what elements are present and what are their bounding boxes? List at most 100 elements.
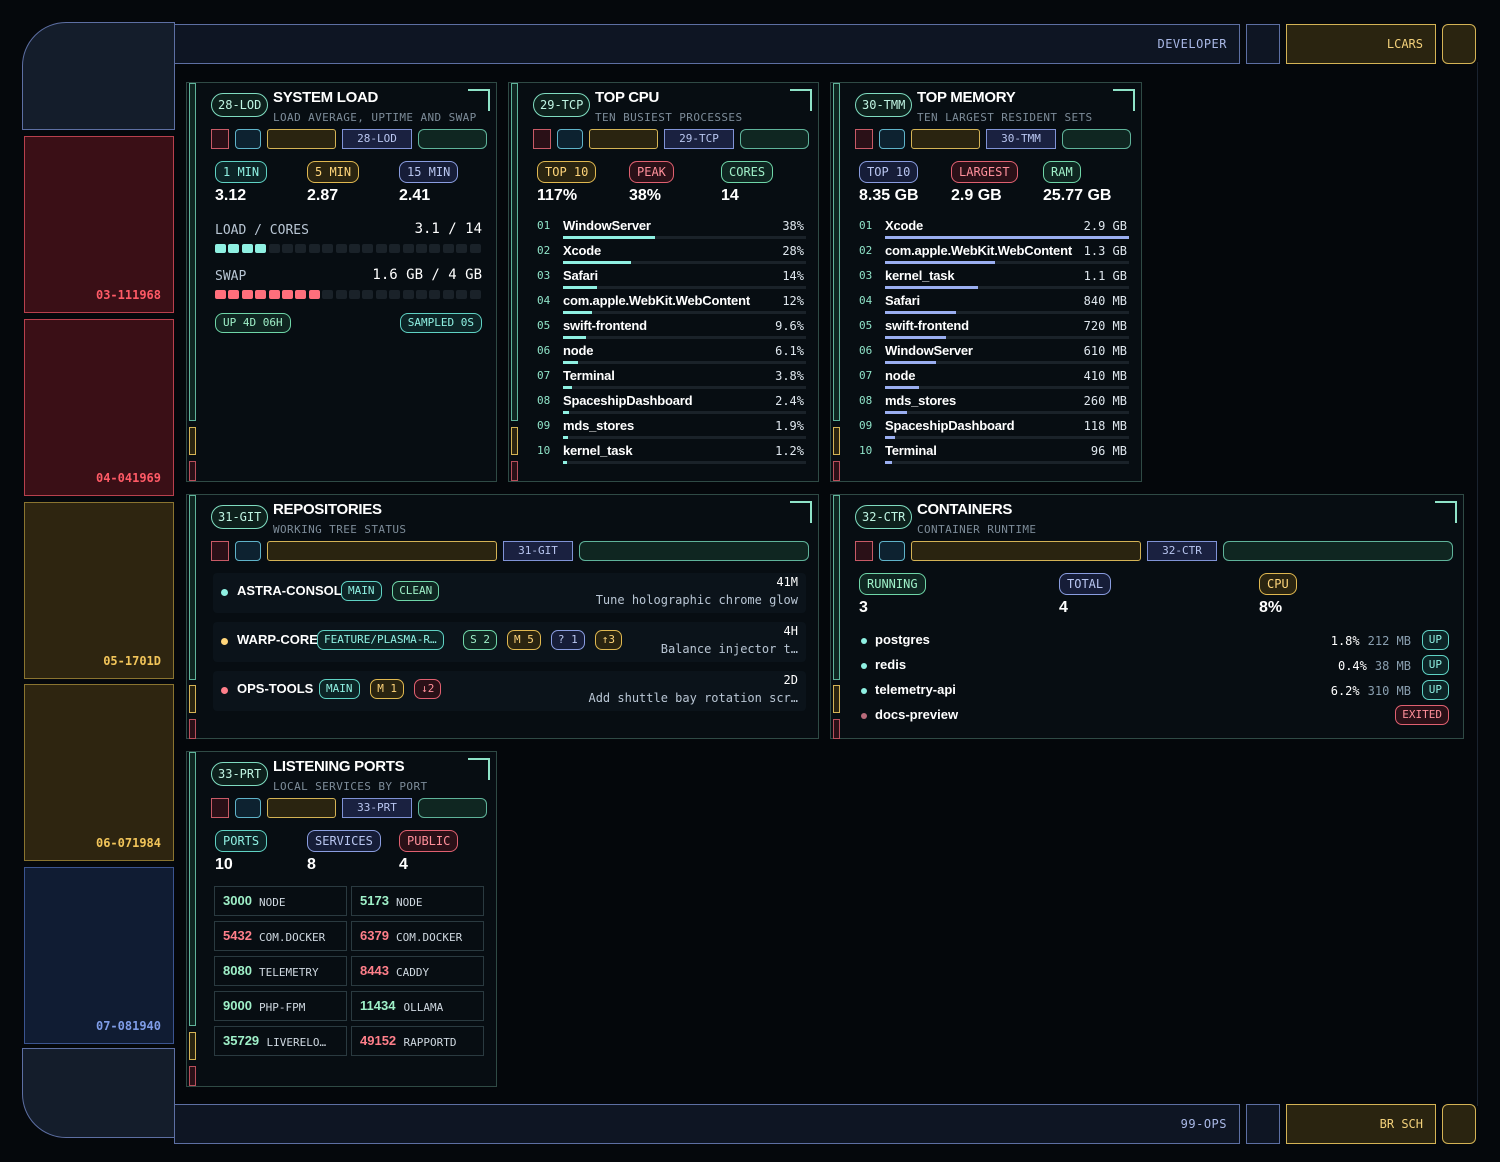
port-cell[interactable]: 5432 COM.DOCKER: [214, 921, 347, 951]
process-row[interactable]: 03 Safari 14%: [533, 267, 806, 292]
usage-bar: [563, 286, 598, 289]
meter-segment: [215, 290, 226, 299]
repository-row[interactable]: ASTRA-CONSOLE MAIN CLEAN 41M Tune holographi…: [213, 573, 806, 613]
port-cell[interactable]: 8443 CADDY: [351, 956, 484, 986]
process-row[interactable]: 06 node 6.1%: [533, 342, 806, 367]
sidebar-segment-03-111968[interactable]: 03-111968: [24, 136, 174, 313]
lcars-button[interactable]: LCARS: [1286, 24, 1436, 64]
chip-code[interactable]: 28-LOD: [342, 129, 412, 149]
chip-yellow[interactable]: [911, 129, 980, 149]
chip-green[interactable]: [418, 798, 487, 818]
port-cell[interactable]: 3000 NODE: [214, 886, 347, 916]
process-row[interactable]: 09 SpaceshipDashboard 118 MB: [855, 417, 1129, 442]
process-name: Safari: [563, 268, 598, 283]
process-row[interactable]: 02 Xcode 28%: [533, 242, 806, 267]
container-row[interactable]: telemetry-api 6.2% 310 MB UP: [857, 679, 1451, 703]
footer-square-button[interactable]: [1246, 1104, 1280, 1144]
chip-red[interactable]: [855, 129, 873, 149]
chip-teal[interactable]: [235, 541, 261, 561]
chip-code[interactable]: 29-TCP: [664, 129, 734, 149]
chip-red[interactable]: [211, 541, 229, 561]
chip-green[interactable]: [1062, 129, 1131, 149]
process-value: 1.9%: [775, 419, 804, 433]
meter-segment: [442, 244, 454, 253]
mem-top-value: 8.35 GB: [859, 187, 919, 204]
sidebar-segment-05-1701d[interactable]: 05-1701D: [24, 502, 174, 679]
chip-code[interactable]: 32-CTR: [1147, 541, 1217, 561]
process-row[interactable]: 02 com.apple.WebKit.WebContent 1.3 GB: [855, 242, 1129, 267]
chip-yellow[interactable]: [589, 129, 658, 149]
chip-yellow[interactable]: [267, 798, 336, 818]
sidebar-segment-07-081940[interactable]: 07-081940: [24, 867, 174, 1044]
port-process: PHP-FPM: [259, 1001, 306, 1014]
process-row[interactable]: 10 kernel_task 1.2%: [533, 442, 806, 467]
process-row[interactable]: 04 Safari 840 MB: [855, 292, 1129, 317]
usage-track: [885, 361, 1129, 364]
process-row[interactable]: 01 Xcode 2.9 GB: [855, 217, 1129, 242]
chip-code[interactable]: 31-GIT: [503, 541, 573, 561]
corner-bracket: [468, 89, 490, 111]
usage-bar: [563, 311, 593, 314]
sidebar-segment-04-041969[interactable]: 04-041969: [24, 319, 174, 496]
chip-teal[interactable]: [235, 798, 261, 818]
process-row[interactable]: 01 WindowServer 38%: [533, 217, 806, 242]
chip-red[interactable]: [211, 798, 229, 818]
process-row[interactable]: 04 com.apple.WebKit.WebContent 12%: [533, 292, 806, 317]
port-cell[interactable]: 6379 COM.DOCKER: [351, 921, 484, 951]
process-row[interactable]: 07 node 410 MB: [855, 367, 1129, 392]
br-sch-button[interactable]: BR SCH: [1286, 1104, 1436, 1144]
chip-yellow[interactable]: [267, 129, 336, 149]
chip-teal[interactable]: [879, 129, 905, 149]
process-row[interactable]: 08 SpaceshipDashboard 2.4%: [533, 392, 806, 417]
port-cell[interactable]: 49152 RAPPORTD: [351, 1026, 484, 1056]
chip-teal[interactable]: [557, 129, 583, 149]
corner-bracket: [468, 758, 490, 780]
chip-red[interactable]: [855, 541, 873, 561]
process-row[interactable]: 08 mds_stores 260 MB: [855, 392, 1129, 417]
port-cell[interactable]: 35729 LIVERELO…: [214, 1026, 347, 1056]
port-number: 6379: [360, 928, 389, 943]
tag-ports: PORTS: [215, 830, 268, 852]
port-cell[interactable]: 11434 OLLAMA: [351, 991, 484, 1021]
container-row[interactable]: redis 0.4% 38 MB UP: [857, 654, 1451, 678]
chip-green[interactable]: [740, 129, 809, 149]
process-row[interactable]: 05 swift-frontend 720 MB: [855, 317, 1129, 342]
chip-red[interactable]: [533, 129, 551, 149]
repo-tag: M 5: [507, 630, 541, 650]
port-cell[interactable]: 8080 TELEMETRY: [214, 956, 347, 986]
chip-yellow[interactable]: [267, 541, 497, 561]
chip-yellow[interactable]: [911, 541, 1141, 561]
header-square-button[interactable]: [1246, 24, 1280, 64]
chip-green[interactable]: [418, 129, 487, 149]
process-value: 1.2%: [775, 444, 804, 458]
sidebar-segment-06-071984[interactable]: 06-071984: [24, 684, 174, 861]
repository-row[interactable]: WARP-CORE FEATURE/PLASMA-R… S 2 M 5 ? 1 ↑3 4H B…: [213, 622, 806, 662]
meter-segment: [349, 290, 360, 299]
process-row[interactable]: 09 mds_stores 1.9%: [533, 417, 806, 442]
process-row[interactable]: 03 kernel_task 1.1 GB: [855, 267, 1129, 292]
chip-green[interactable]: [579, 541, 809, 561]
repository-row[interactable]: OPS-TOOLS MAIN M 1 ↓2 2D Add shuttle bay rota…: [213, 671, 806, 711]
container-row[interactable]: postgres 1.8% 212 MB UP: [857, 629, 1451, 653]
panel-title: REPOSITORIES: [273, 501, 382, 518]
process-rank: 06: [537, 344, 551, 357]
port-cell[interactable]: 9000 PHP-FPM: [214, 991, 347, 1021]
usage-bar: [563, 411, 569, 414]
footer-end-cap[interactable]: [1442, 1104, 1476, 1144]
chip-red[interactable]: [211, 129, 229, 149]
process-row[interactable]: 07 Terminal 3.8%: [533, 367, 806, 392]
port-cell[interactable]: 5173 NODE: [351, 886, 484, 916]
containers-cpu-value: 8%: [1259, 599, 1283, 616]
chip-green[interactable]: [1223, 541, 1453, 561]
chip-teal[interactable]: [879, 541, 905, 561]
process-row[interactable]: 10 Terminal 96 MB: [855, 442, 1129, 467]
header-end-cap[interactable]: [1442, 24, 1476, 64]
chip-code[interactable]: 33-PRT: [342, 798, 412, 818]
chip-teal[interactable]: [235, 129, 261, 149]
process-row[interactable]: 06 WindowServer 610 MB: [855, 342, 1129, 367]
tag-ram: RAM: [1043, 161, 1081, 183]
process-value: 2.4%: [775, 394, 804, 408]
container-row[interactable]: docs-preview EXITED: [857, 704, 1451, 728]
process-row[interactable]: 05 swift-frontend 9.6%: [533, 317, 806, 342]
chip-code[interactable]: 30-TMM: [986, 129, 1056, 149]
